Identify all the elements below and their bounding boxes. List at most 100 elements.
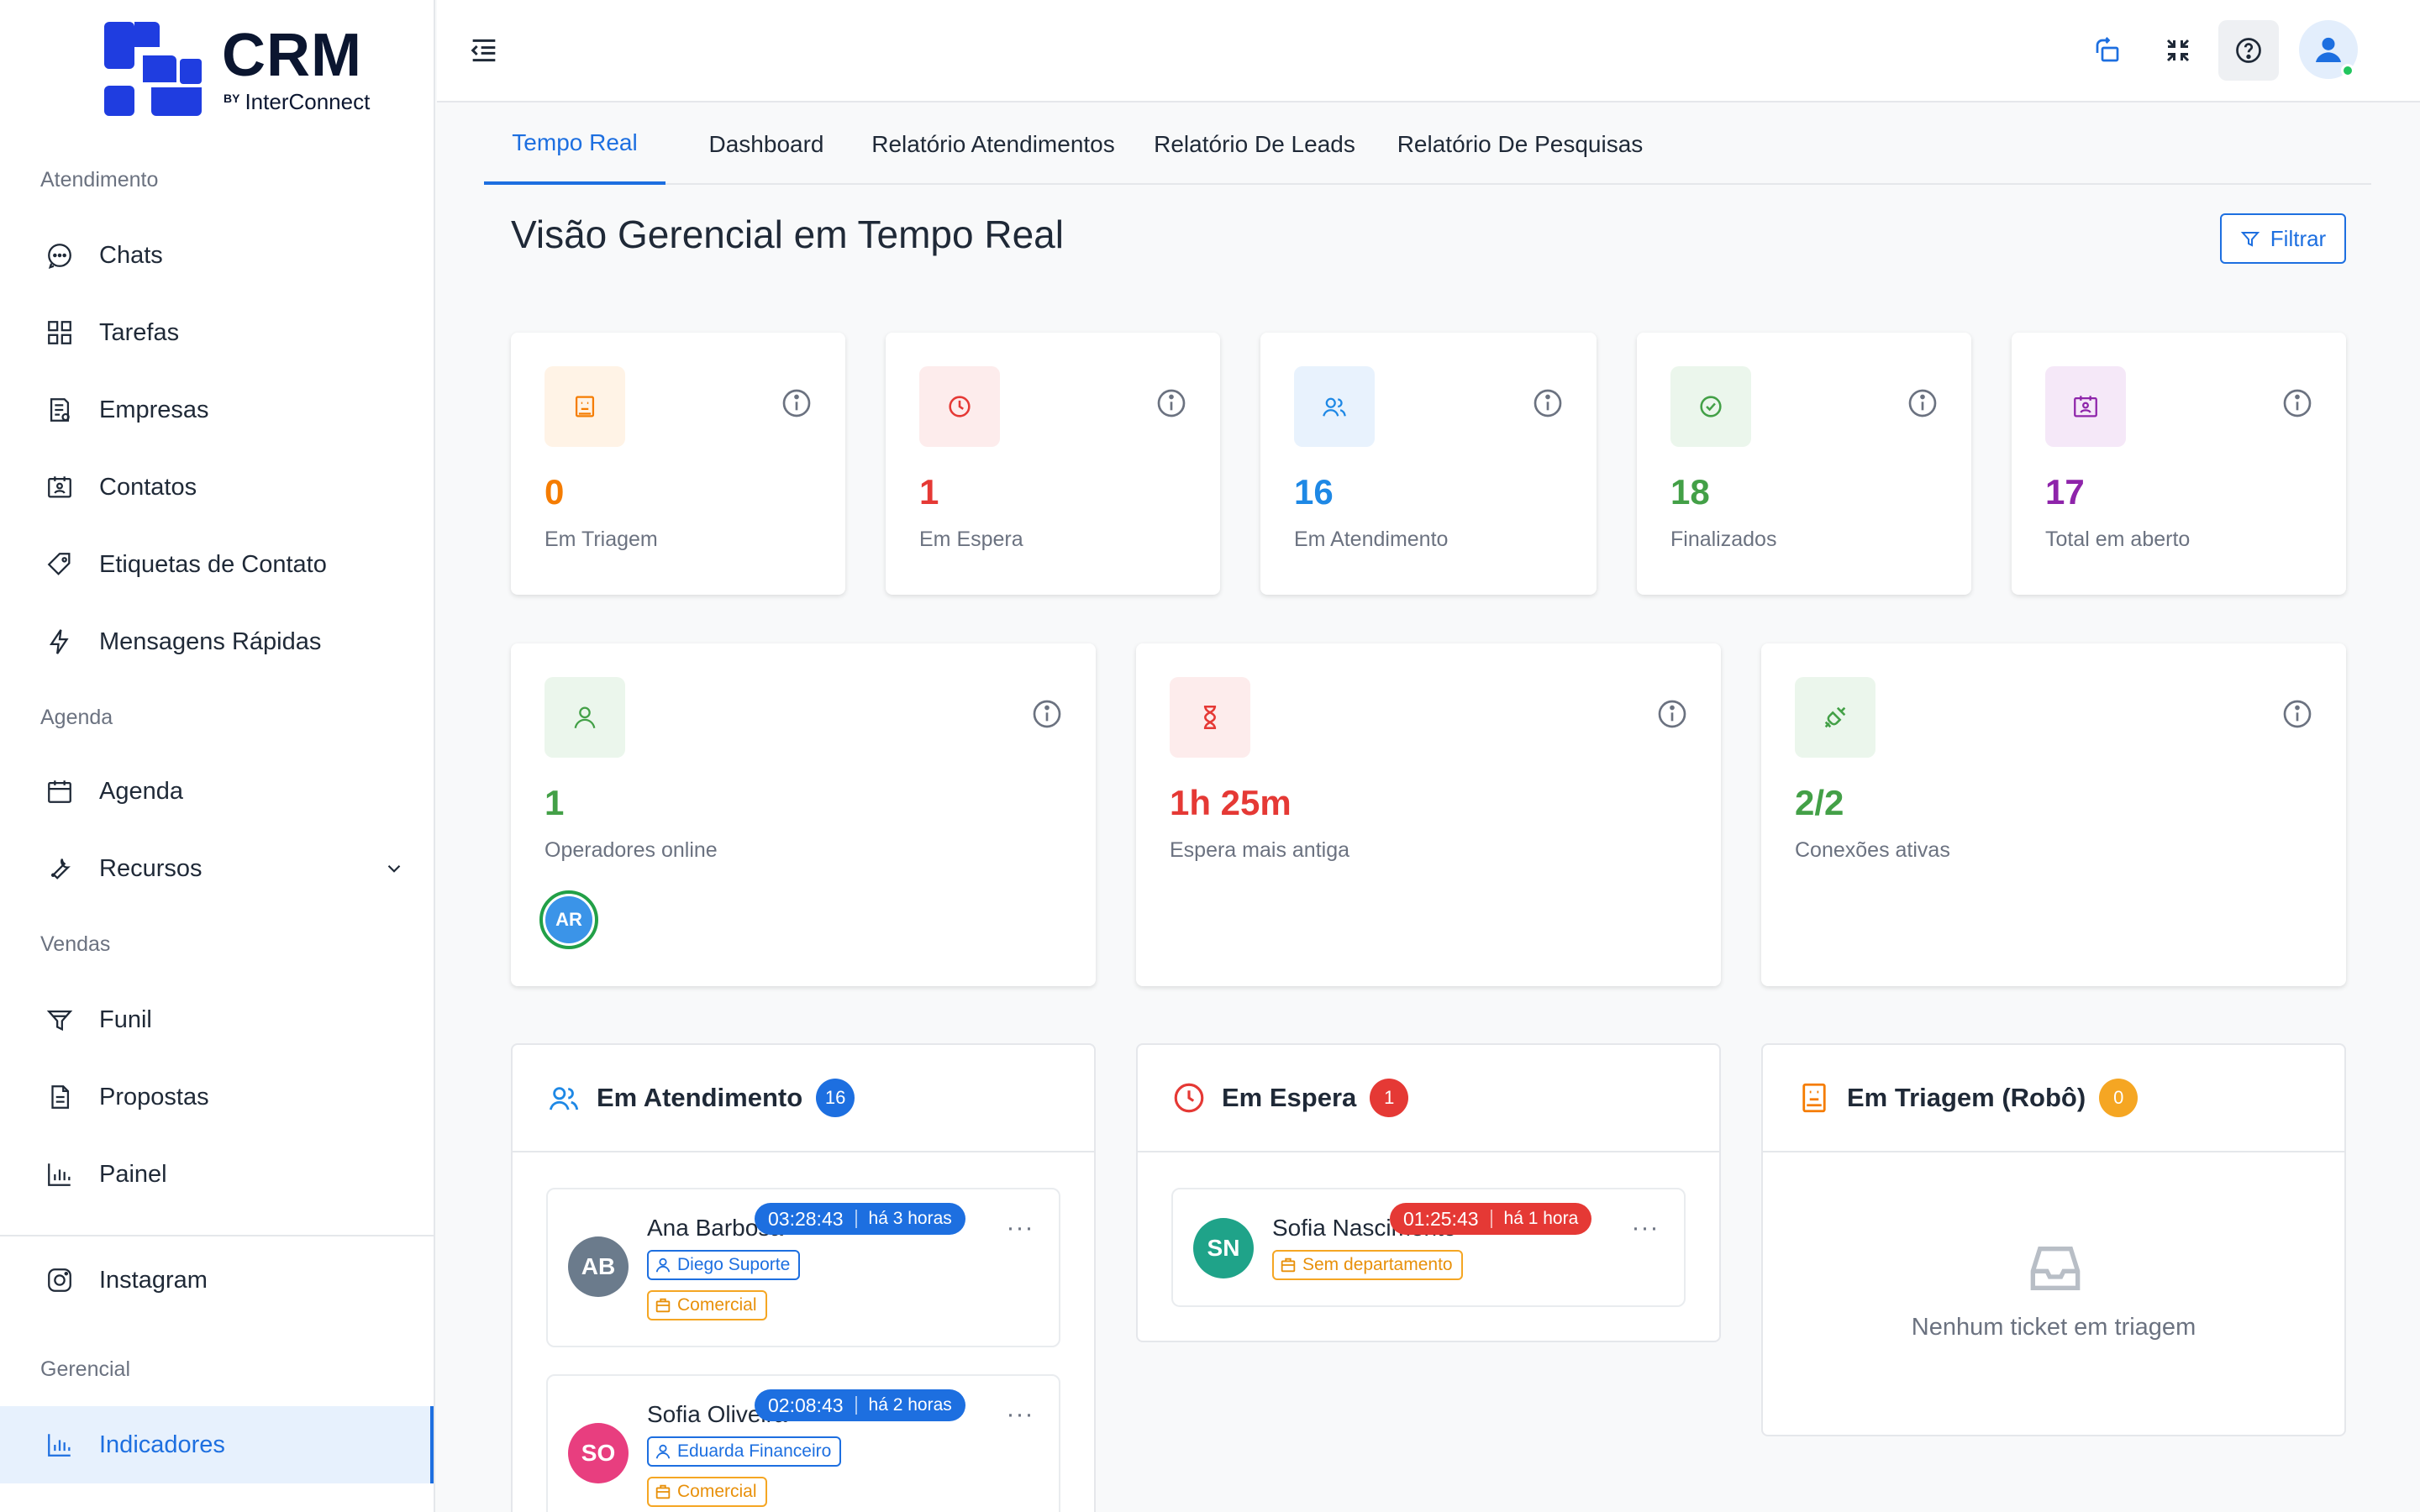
fullscreen-icon — [2166, 39, 2190, 62]
stat-label: Finalizados — [1670, 528, 1777, 551]
assigned-user-chip: Diego Suporte — [647, 1250, 801, 1280]
ticket-timer: 01:25:43 há 1 hora — [1390, 1203, 1592, 1235]
sidebar-item-indicadores[interactable]: Indicadores — [0, 1406, 434, 1483]
section-label-vendas: Vendas — [40, 932, 111, 956]
chevron-down-icon[interactable] — [383, 858, 405, 879]
funnel-icon — [45, 1005, 74, 1034]
tab-tempo-real[interactable]: Tempo Real — [484, 104, 666, 185]
sidebar-item-etiquetas[interactable]: Etiquetas de Contato — [0, 526, 434, 603]
user-avatar[interactable] — [2299, 20, 2358, 79]
panel-em-triagem: Em Triagem (Robô) 0 Nenhum ticket em tri… — [1761, 1043, 2346, 1436]
sidebar-item-agenda[interactable]: Agenda — [0, 753, 434, 830]
sidebar-item-chats[interactable]: Chats — [0, 217, 434, 294]
instagram-icon — [45, 1266, 74, 1294]
info-icon[interactable] — [1155, 386, 1188, 420]
sidebar-item-mensagens-rapidas[interactable]: Mensagens Rápidas — [0, 603, 434, 680]
stat-card-finalizados: 18 Finalizados — [1637, 333, 1971, 595]
online-status-dot — [2341, 64, 2354, 77]
fullscreen-button[interactable] — [2148, 20, 2208, 81]
tab-relatorio-atendimentos[interactable]: Relatório Atendimentos — [859, 104, 1128, 185]
sidebar-item-contatos[interactable]: Contatos — [0, 449, 434, 526]
briefcase-icon — [1281, 1257, 1296, 1273]
stat-value: 18 — [1670, 472, 1710, 512]
logo-text: CRM — [222, 22, 362, 89]
user-icon — [544, 677, 625, 758]
timer-value: 02:08:43 — [768, 1394, 844, 1416]
more-options-icon[interactable]: ··· — [1628, 1211, 1662, 1245]
report-tabs: Tempo Real Dashboard Relatório Atendimen… — [484, 104, 2371, 185]
page-title: Visão Gerencial em Tempo Real — [511, 213, 1064, 256]
sidebar-item-label: Agenda — [99, 777, 183, 805]
ticket-card[interactable]: SN Sofia Nascimento 01:25:43 há 1 hora ··… — [1171, 1188, 1686, 1307]
operator-avatar[interactable]: AR — [539, 890, 598, 949]
timer-ago: há 3 horas — [868, 1209, 952, 1228]
sidebar-item-label: Empresas — [99, 396, 209, 423]
tab-dashboard[interactable]: Dashboard — [679, 104, 854, 185]
refresh-icon — [2096, 37, 2119, 62]
department-chip: Comercial — [647, 1477, 767, 1507]
robot-icon — [544, 366, 625, 447]
user-icon — [655, 1257, 671, 1273]
sidebar-item-tarefas[interactable]: Tarefas — [0, 294, 434, 371]
count-badge: 16 — [816, 1079, 855, 1117]
department-name: Comercial — [677, 1295, 757, 1315]
department-name: Comercial — [677, 1482, 757, 1501]
stat-label: Espera mais antiga — [1170, 838, 1350, 862]
ticket-timer: 03:28:43 há 3 horas — [755, 1203, 965, 1235]
sidebar-item-label: Chats — [99, 241, 163, 269]
stat-value: 0 — [544, 472, 565, 512]
info-icon[interactable] — [780, 386, 813, 420]
info-icon[interactable] — [1906, 386, 1939, 420]
stat-value: 16 — [1294, 472, 1334, 512]
sidebar-item-label: Mensagens Rápidas — [99, 627, 322, 655]
stat-label: Em Espera — [919, 528, 1023, 551]
info-icon[interactable] — [2281, 697, 2314, 731]
assigned-user-chip: Eduarda Financeiro — [647, 1436, 842, 1467]
stat-card-total-aberto: 17 Total em aberto — [2012, 333, 2346, 595]
info-icon[interactable] — [1030, 697, 1064, 731]
help-icon — [2236, 38, 2261, 63]
section-label-agenda: Agenda — [40, 706, 113, 729]
panel-title: Em Triagem (Robô) — [1847, 1083, 2086, 1112]
calendar-contact-icon — [2045, 366, 2126, 447]
logo[interactable]: CRM BY InterConnect — [104, 22, 381, 118]
sidebar-item-label: Indicadores — [99, 1431, 225, 1458]
stat-label: Em Atendimento — [1294, 528, 1449, 551]
help-button[interactable] — [2218, 20, 2279, 81]
robot-icon — [1802, 1083, 1826, 1113]
more-options-icon[interactable]: ··· — [1003, 1211, 1037, 1245]
sidebar-item-propostas[interactable]: Propostas — [0, 1058, 434, 1136]
stat-card-espera: 1 Em Espera — [886, 333, 1220, 595]
timer-value: 03:28:43 — [768, 1207, 844, 1230]
stat-value: 1h 25m — [1170, 783, 1292, 822]
menu-collapse-icon[interactable] — [467, 34, 501, 67]
briefcase-icon — [655, 1298, 671, 1313]
count-badge: 1 — [1370, 1079, 1409, 1117]
chat-bubble-icon — [45, 241, 74, 270]
ticket-card[interactable]: AB Ana Barbosa 03:28:43 há 3 horas ··· Di… — [546, 1188, 1060, 1347]
contact-card-icon — [45, 473, 74, 501]
wrench-icon — [45, 854, 74, 883]
sidebar-item-label: Recursos — [99, 854, 203, 882]
sidebar-item-recursos[interactable]: Recursos — [0, 830, 434, 907]
tab-relatorio-leads[interactable]: Relatório De Leads — [1133, 104, 1376, 185]
ticket-card[interactable]: SO Sofia Oliveira 02:08:43 há 2 horas ···… — [546, 1374, 1060, 1512]
sidebar-item-funil[interactable]: Funil — [0, 981, 434, 1058]
timer-value: 01:25:43 — [1403, 1207, 1479, 1230]
refresh-button[interactable] — [2077, 20, 2138, 81]
sidebar-item-instagram[interactable]: Instagram — [0, 1242, 434, 1319]
sidebar-item-painel[interactable]: Painel — [0, 1136, 434, 1213]
sidebar-item-empresas[interactable]: Empresas — [0, 371, 434, 449]
info-icon[interactable] — [1655, 697, 1689, 731]
tab-relatorio-pesquisas[interactable]: Relatório De Pesquisas — [1383, 104, 1657, 185]
info-icon[interactable] — [1531, 386, 1565, 420]
sidebar-item-label: Propostas — [99, 1083, 209, 1110]
check-circle-icon — [1670, 366, 1751, 447]
stat-value: 17 — [2045, 472, 2085, 512]
info-icon[interactable] — [2281, 386, 2314, 420]
sidebar: CRM BY InterConnect Atendimento Chats Tar… — [0, 0, 435, 1512]
department-chip: Comercial — [647, 1290, 767, 1320]
contact-avatar: AB — [568, 1236, 629, 1297]
more-options-icon[interactable]: ··· — [1003, 1398, 1037, 1431]
filter-button[interactable]: Filtrar — [2220, 213, 2346, 264]
